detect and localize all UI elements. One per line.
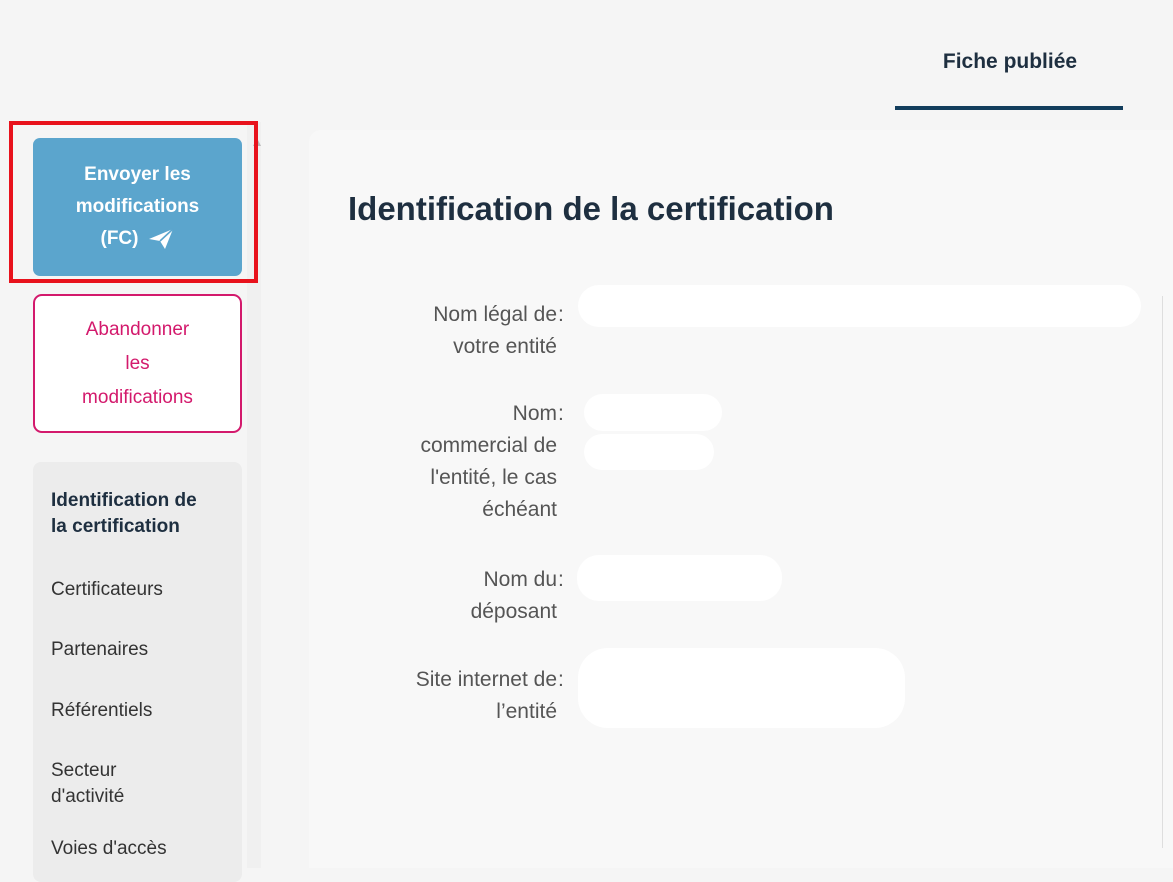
field-label-line: votre entité	[453, 335, 557, 358]
field-label-line: l’entité	[496, 700, 557, 723]
field-label-website: Site internet de l’entité	[416, 664, 557, 728]
nav-item-certificateurs[interactable]: Certificateurs	[51, 577, 241, 603]
field-separator: :	[558, 668, 564, 691]
tab-fiche-publiee[interactable]: Fiche publiée	[895, 40, 1125, 110]
tab-active-indicator	[895, 106, 1123, 110]
field-label-line: Nom	[512, 402, 557, 425]
cancel-modifications-button[interactable]: Abandonner les modifications	[33, 294, 242, 433]
field-label-legal-name: Nom légal de votre entité	[433, 299, 557, 363]
field-value-depositor-name	[577, 555, 782, 601]
tab-fiche-publiee-label: Fiche publiée	[942, 50, 1078, 73]
field-value-commercial-name-extra	[584, 434, 714, 470]
nav-item-label: Secteur	[51, 760, 117, 781]
cancel-button-line3: modifications	[82, 386, 193, 408]
cancel-button-line1: Abandonner	[85, 318, 190, 340]
nav-item-voies-acces[interactable]: Voies d'accès	[51, 836, 241, 862]
nav-item-label: Voies d'accès	[51, 838, 167, 859]
field-value-legal-name	[578, 285, 1141, 327]
field-label-line: déposant	[470, 600, 557, 623]
field-label-line: Nom du	[483, 568, 557, 591]
nav-item-label: d'activité	[51, 786, 125, 807]
nav-item-label: Identification de	[51, 490, 197, 511]
nav-item-label: Certificateurs	[51, 579, 163, 600]
nav-item-referentiels[interactable]: Référentiels	[51, 698, 241, 724]
nav-item-partenaires[interactable]: Partenaires	[51, 637, 241, 663]
field-label-commercial-name: Nom commercial de l'entité, le cas échéa…	[420, 398, 557, 526]
field-separator: :	[558, 303, 564, 326]
cancel-button-line2: les	[125, 352, 150, 374]
field-separator: :	[558, 402, 564, 425]
highlight-frame	[9, 121, 258, 283]
field-label-line: échéant	[482, 498, 557, 521]
field-separator: :	[558, 568, 564, 591]
nav-item-identification[interactable]: Identification de la certification	[51, 488, 241, 540]
field-label-line: commercial de	[420, 434, 557, 457]
field-label-line: Site internet de	[415, 668, 557, 691]
field-label-line: l'entité, le cas	[430, 466, 557, 489]
field-value-website	[578, 648, 905, 728]
page-title: Identification de la certification	[348, 190, 834, 227]
nav-item-label: Partenaires	[51, 639, 149, 660]
nav-item-label: Référentiels	[51, 700, 153, 721]
section-nav: Identification de la certification Certi…	[33, 462, 242, 882]
field-value-commercial-name	[584, 394, 722, 431]
panel-divider	[1162, 296, 1163, 848]
nav-item-secteur[interactable]: Secteur d'activité	[51, 758, 241, 810]
nav-item-label: la certification	[51, 516, 180, 537]
field-label-depositor-name: Nom du déposant	[471, 564, 557, 628]
field-label-line: Nom légal de	[433, 303, 557, 326]
